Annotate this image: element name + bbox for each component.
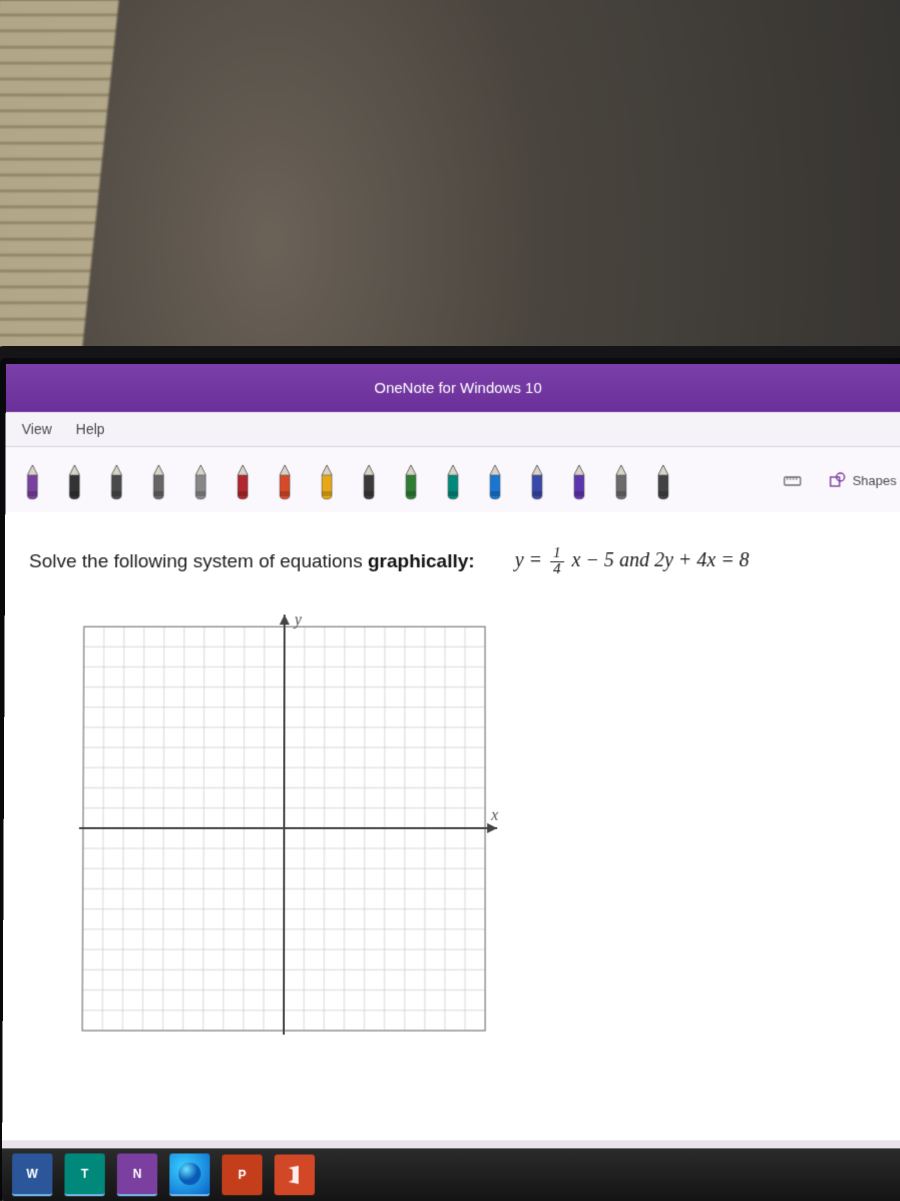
menu-view[interactable]: View bbox=[22, 421, 52, 437]
pen-3[interactable] bbox=[142, 457, 176, 503]
pen-0[interactable] bbox=[15, 457, 49, 503]
pen-14[interactable] bbox=[604, 457, 638, 503]
eq1-numerator: 1 bbox=[550, 546, 564, 562]
screen: OneNote for Windows 10 View Help Shapes bbox=[2, 364, 900, 1201]
eq1-fraction: 1 4 bbox=[550, 546, 564, 577]
pen-7[interactable] bbox=[310, 457, 344, 503]
ribbon-draw: Shapes bbox=[5, 447, 900, 514]
app-title: OneNote for Windows 10 bbox=[374, 379, 542, 396]
ruler-button[interactable] bbox=[778, 466, 806, 494]
monitor-bezel: OneNote for Windows 10 View Help Shapes bbox=[0, 358, 900, 1200]
coordinate-grid: yx bbox=[67, 612, 500, 1046]
pen-6[interactable] bbox=[268, 457, 302, 503]
pen-4[interactable] bbox=[184, 457, 218, 503]
equations: y = 1 4 x − 5 and 2y + 4x = 8 bbox=[515, 546, 750, 577]
svg-text:x: x bbox=[490, 807, 498, 824]
pen-gallery bbox=[15, 457, 680, 503]
taskbar-powerpoint-icon[interactable]: P bbox=[222, 1154, 262, 1195]
pen-9[interactable] bbox=[394, 457, 428, 503]
pen-11[interactable] bbox=[478, 457, 512, 503]
problem-text: Solve the following system of equations … bbox=[29, 546, 887, 577]
background-blinds bbox=[0, 0, 119, 360]
pen-8[interactable] bbox=[352, 457, 386, 503]
note-canvas[interactable]: Solve the following system of equations … bbox=[2, 512, 900, 1140]
eq1-denominator: 4 bbox=[553, 562, 561, 577]
shapes-button[interactable]: Shapes bbox=[820, 465, 900, 495]
pen-5[interactable] bbox=[226, 457, 260, 503]
pen-12[interactable] bbox=[520, 457, 554, 503]
svg-text:y: y bbox=[293, 612, 303, 629]
menu-bar: View Help bbox=[6, 412, 900, 447]
menu-help[interactable]: Help bbox=[76, 421, 105, 437]
shapes-icon bbox=[828, 471, 846, 489]
taskbar-office-icon[interactable] bbox=[274, 1154, 314, 1195]
taskbar-teams-icon[interactable]: T bbox=[64, 1153, 105, 1196]
pen-15[interactable] bbox=[646, 457, 680, 503]
pen-2[interactable] bbox=[99, 457, 133, 503]
eq1-prefix: y = bbox=[515, 549, 542, 571]
title-bar: OneNote for Windows 10 bbox=[6, 364, 900, 412]
taskbar-onenote-icon[interactable]: N bbox=[117, 1153, 158, 1196]
shapes-label: Shapes bbox=[852, 473, 896, 488]
problem-emph: graphically: bbox=[368, 551, 475, 572]
taskbar-edge-icon[interactable] bbox=[169, 1153, 209, 1196]
eq1-suffix: x − 5 bbox=[572, 549, 614, 571]
problem-lead: Solve the following system of equations bbox=[29, 551, 368, 572]
pen-1[interactable] bbox=[57, 457, 91, 503]
eq2: 2y + 4x = 8 bbox=[654, 549, 749, 571]
taskbar: W T N P bbox=[2, 1148, 900, 1201]
pen-10[interactable] bbox=[436, 457, 470, 503]
taskbar-word-icon[interactable]: W bbox=[12, 1153, 53, 1196]
eq-conjunction: and bbox=[619, 549, 654, 571]
pen-13[interactable] bbox=[562, 457, 596, 503]
